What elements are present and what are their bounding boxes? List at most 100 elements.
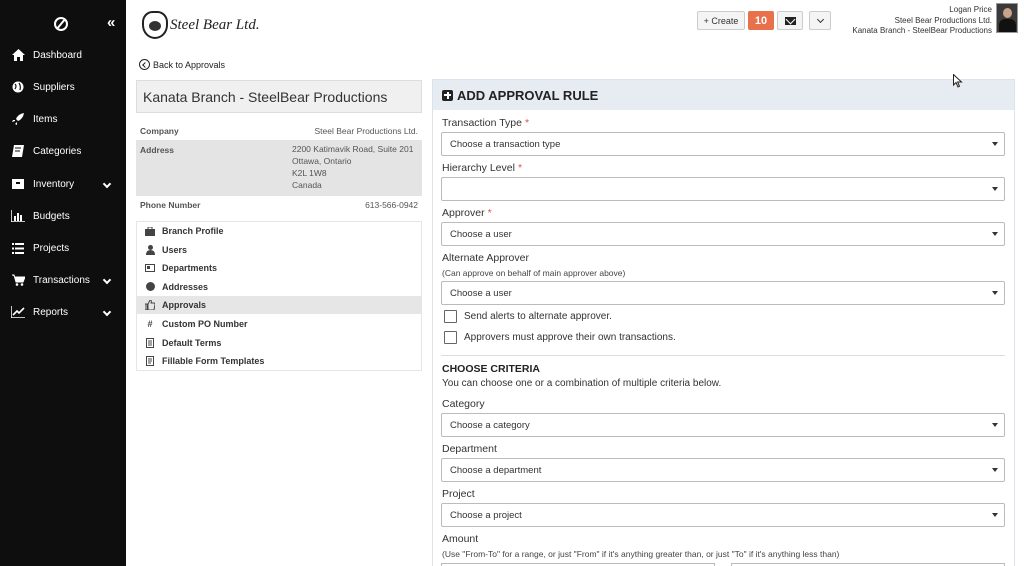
- cart-icon: [11, 273, 25, 287]
- select-value: Choose a department: [450, 465, 542, 476]
- category-label: Category: [442, 398, 485, 410]
- caret-down-icon: [992, 142, 998, 146]
- branch-nav: Branch Profile Users Departments Address…: [136, 221, 422, 371]
- line-chart-icon: [11, 305, 25, 319]
- branch-nav-default-terms[interactable]: Default Terms: [137, 334, 421, 352]
- divider: [441, 355, 1005, 356]
- sidebar-item-label: Reports: [33, 306, 69, 318]
- chevron-down-icon: [816, 15, 824, 23]
- criteria-description: You can choose one or a combination of m…: [442, 378, 722, 389]
- department-select[interactable]: Choose a department: [441, 458, 1005, 482]
- branch-nav-fillable-form-templates[interactable]: Fillable Form Templates: [137, 352, 421, 370]
- caret-down-icon: [992, 513, 998, 517]
- select-value: Choose a transaction type: [450, 139, 561, 150]
- company-row: Company Steel Bear Productions Ltd.: [136, 122, 422, 140]
- sidebar-item-reports[interactable]: Reports: [0, 299, 126, 325]
- select-value: Choose a user: [450, 229, 512, 240]
- sidebar-item-label: Suppliers: [33, 81, 75, 93]
- sidebar-item-items[interactable]: Items: [0, 106, 126, 132]
- messages-button[interactable]: [777, 11, 803, 30]
- address-value: 2200 Katimavik Road, Suite 201 Ottawa, O…: [292, 143, 413, 191]
- collapse-sidebar-icon[interactable]: «: [107, 15, 115, 31]
- branch-nav-label: Users: [162, 244, 188, 255]
- book-icon: [11, 144, 25, 158]
- panel-header: ADD APPROVAL RULE: [433, 80, 1014, 110]
- approver-select[interactable]: Choose a user: [441, 222, 1005, 246]
- field-label-text: Transaction Type: [442, 117, 522, 129]
- select-value: Choose a user: [450, 288, 512, 299]
- sidebar: « Dashboard Suppliers Items Categories I…: [0, 0, 126, 566]
- branch-nav-users[interactable]: Users: [137, 241, 421, 259]
- home-icon: [11, 48, 25, 62]
- send-alerts-option[interactable]: Send alerts to alternate approver.: [444, 310, 612, 323]
- project-select[interactable]: Choose a project: [441, 503, 1005, 527]
- branch-title: Kanata Branch - SteelBear Productions: [136, 80, 422, 113]
- brand-logo[interactable]: Steel Bear Ltd.: [142, 11, 260, 39]
- company-value: Steel Bear Productions Ltd.: [314, 126, 418, 136]
- transaction-type-select[interactable]: Choose a transaction type: [441, 132, 1005, 156]
- own-transactions-checkbox[interactable]: [444, 331, 457, 344]
- sidebar-item-inventory[interactable]: Inventory: [0, 171, 126, 197]
- branch-nav-departments[interactable]: Departments: [137, 259, 421, 277]
- branch-nav-approvals[interactable]: Approvals: [137, 296, 421, 315]
- transaction-type-label: Transaction Type *: [442, 117, 529, 129]
- rocket-icon: [11, 112, 25, 126]
- notification-count-badge[interactable]: 10: [748, 11, 774, 30]
- project-label: Project: [442, 488, 475, 500]
- sidebar-item-projects[interactable]: Projects: [0, 235, 126, 261]
- hierarchy-level-select[interactable]: [441, 177, 1005, 201]
- back-to-approvals-link[interactable]: Back to Approvals: [139, 59, 225, 70]
- create-button[interactable]: + Create: [697, 11, 745, 30]
- bear-logo-icon: [142, 11, 168, 39]
- address-label: Address: [140, 145, 175, 155]
- branch-nav-custom-po-number[interactable]: # Custom PO Number: [137, 315, 421, 333]
- branch-nav-label: Custom PO Number: [162, 319, 248, 329]
- send-alerts-label: Send alerts to alternate approver.: [464, 311, 612, 322]
- required-mark: *: [517, 162, 523, 174]
- user-branch: Kanata Branch - SteelBear Productions: [852, 26, 992, 35]
- form-icon: [145, 356, 155, 367]
- own-transactions-option[interactable]: Approvers must approve their own transac…: [444, 331, 676, 344]
- caret-down-icon: [992, 232, 998, 236]
- sidebar-item-suppliers[interactable]: Suppliers: [0, 74, 126, 100]
- amount-label: Amount: [442, 533, 479, 545]
- arrow-left-circle-icon: [139, 59, 150, 70]
- more-dropdown-button[interactable]: [809, 11, 831, 30]
- sidebar-item-label: Transactions: [33, 274, 90, 286]
- amount-note: (Use "From-To" for a range, or just "Fro…: [442, 549, 840, 559]
- address-line: K2L 1W8: [292, 168, 327, 178]
- avatar[interactable]: [996, 3, 1018, 33]
- sidebar-item-label: Projects: [33, 242, 70, 254]
- required-mark: *: [524, 117, 530, 129]
- sidebar-item-budgets[interactable]: Budgets: [0, 203, 126, 229]
- sidebar-item-label: Dashboard: [33, 49, 82, 61]
- send-alerts-checkbox[interactable]: [444, 310, 457, 323]
- alternate-approver-select[interactable]: Choose a user: [441, 281, 1005, 305]
- branch-nav-label: Approvals: [162, 300, 207, 311]
- sidebar-item-categories[interactable]: Categories: [0, 138, 126, 164]
- app-logo-icon[interactable]: [54, 17, 68, 31]
- approver-label: Approver *: [442, 207, 492, 219]
- category-select[interactable]: Choose a category: [441, 413, 1005, 437]
- sidebar-item-dashboard[interactable]: Dashboard: [0, 42, 126, 68]
- chevron-down-icon: [102, 307, 112, 318]
- company-label: Company: [140, 126, 179, 136]
- phone-label: Phone Number: [140, 200, 201, 210]
- branch-nav-branch-profile[interactable]: Branch Profile: [137, 222, 421, 240]
- alternate-approver-note: (Can approve on behalf of main approver …: [442, 268, 626, 278]
- sidebar-item-transactions[interactable]: Transactions: [0, 267, 126, 293]
- plus-square-icon: [442, 89, 453, 101]
- sidebar-item-label: Inventory: [33, 178, 75, 190]
- id-card-icon: [145, 263, 155, 273]
- hierarchy-level-label: Hierarchy Level *: [442, 162, 522, 174]
- branch-nav-label: Default Terms: [162, 337, 222, 348]
- mail-icon: [784, 16, 796, 25]
- globe-icon: [145, 282, 155, 292]
- bar-chart-icon: [11, 209, 25, 223]
- user-info[interactable]: Logan Price Steel Bear Productions Ltd. …: [852, 5, 992, 37]
- phone-value: 613-566-0942: [365, 200, 418, 210]
- phone-row: Phone Number 613-566-0942: [136, 196, 422, 214]
- chevron-down-icon: [102, 275, 112, 286]
- caret-down-icon: [992, 187, 998, 191]
- branch-nav-addresses[interactable]: Addresses: [137, 278, 421, 296]
